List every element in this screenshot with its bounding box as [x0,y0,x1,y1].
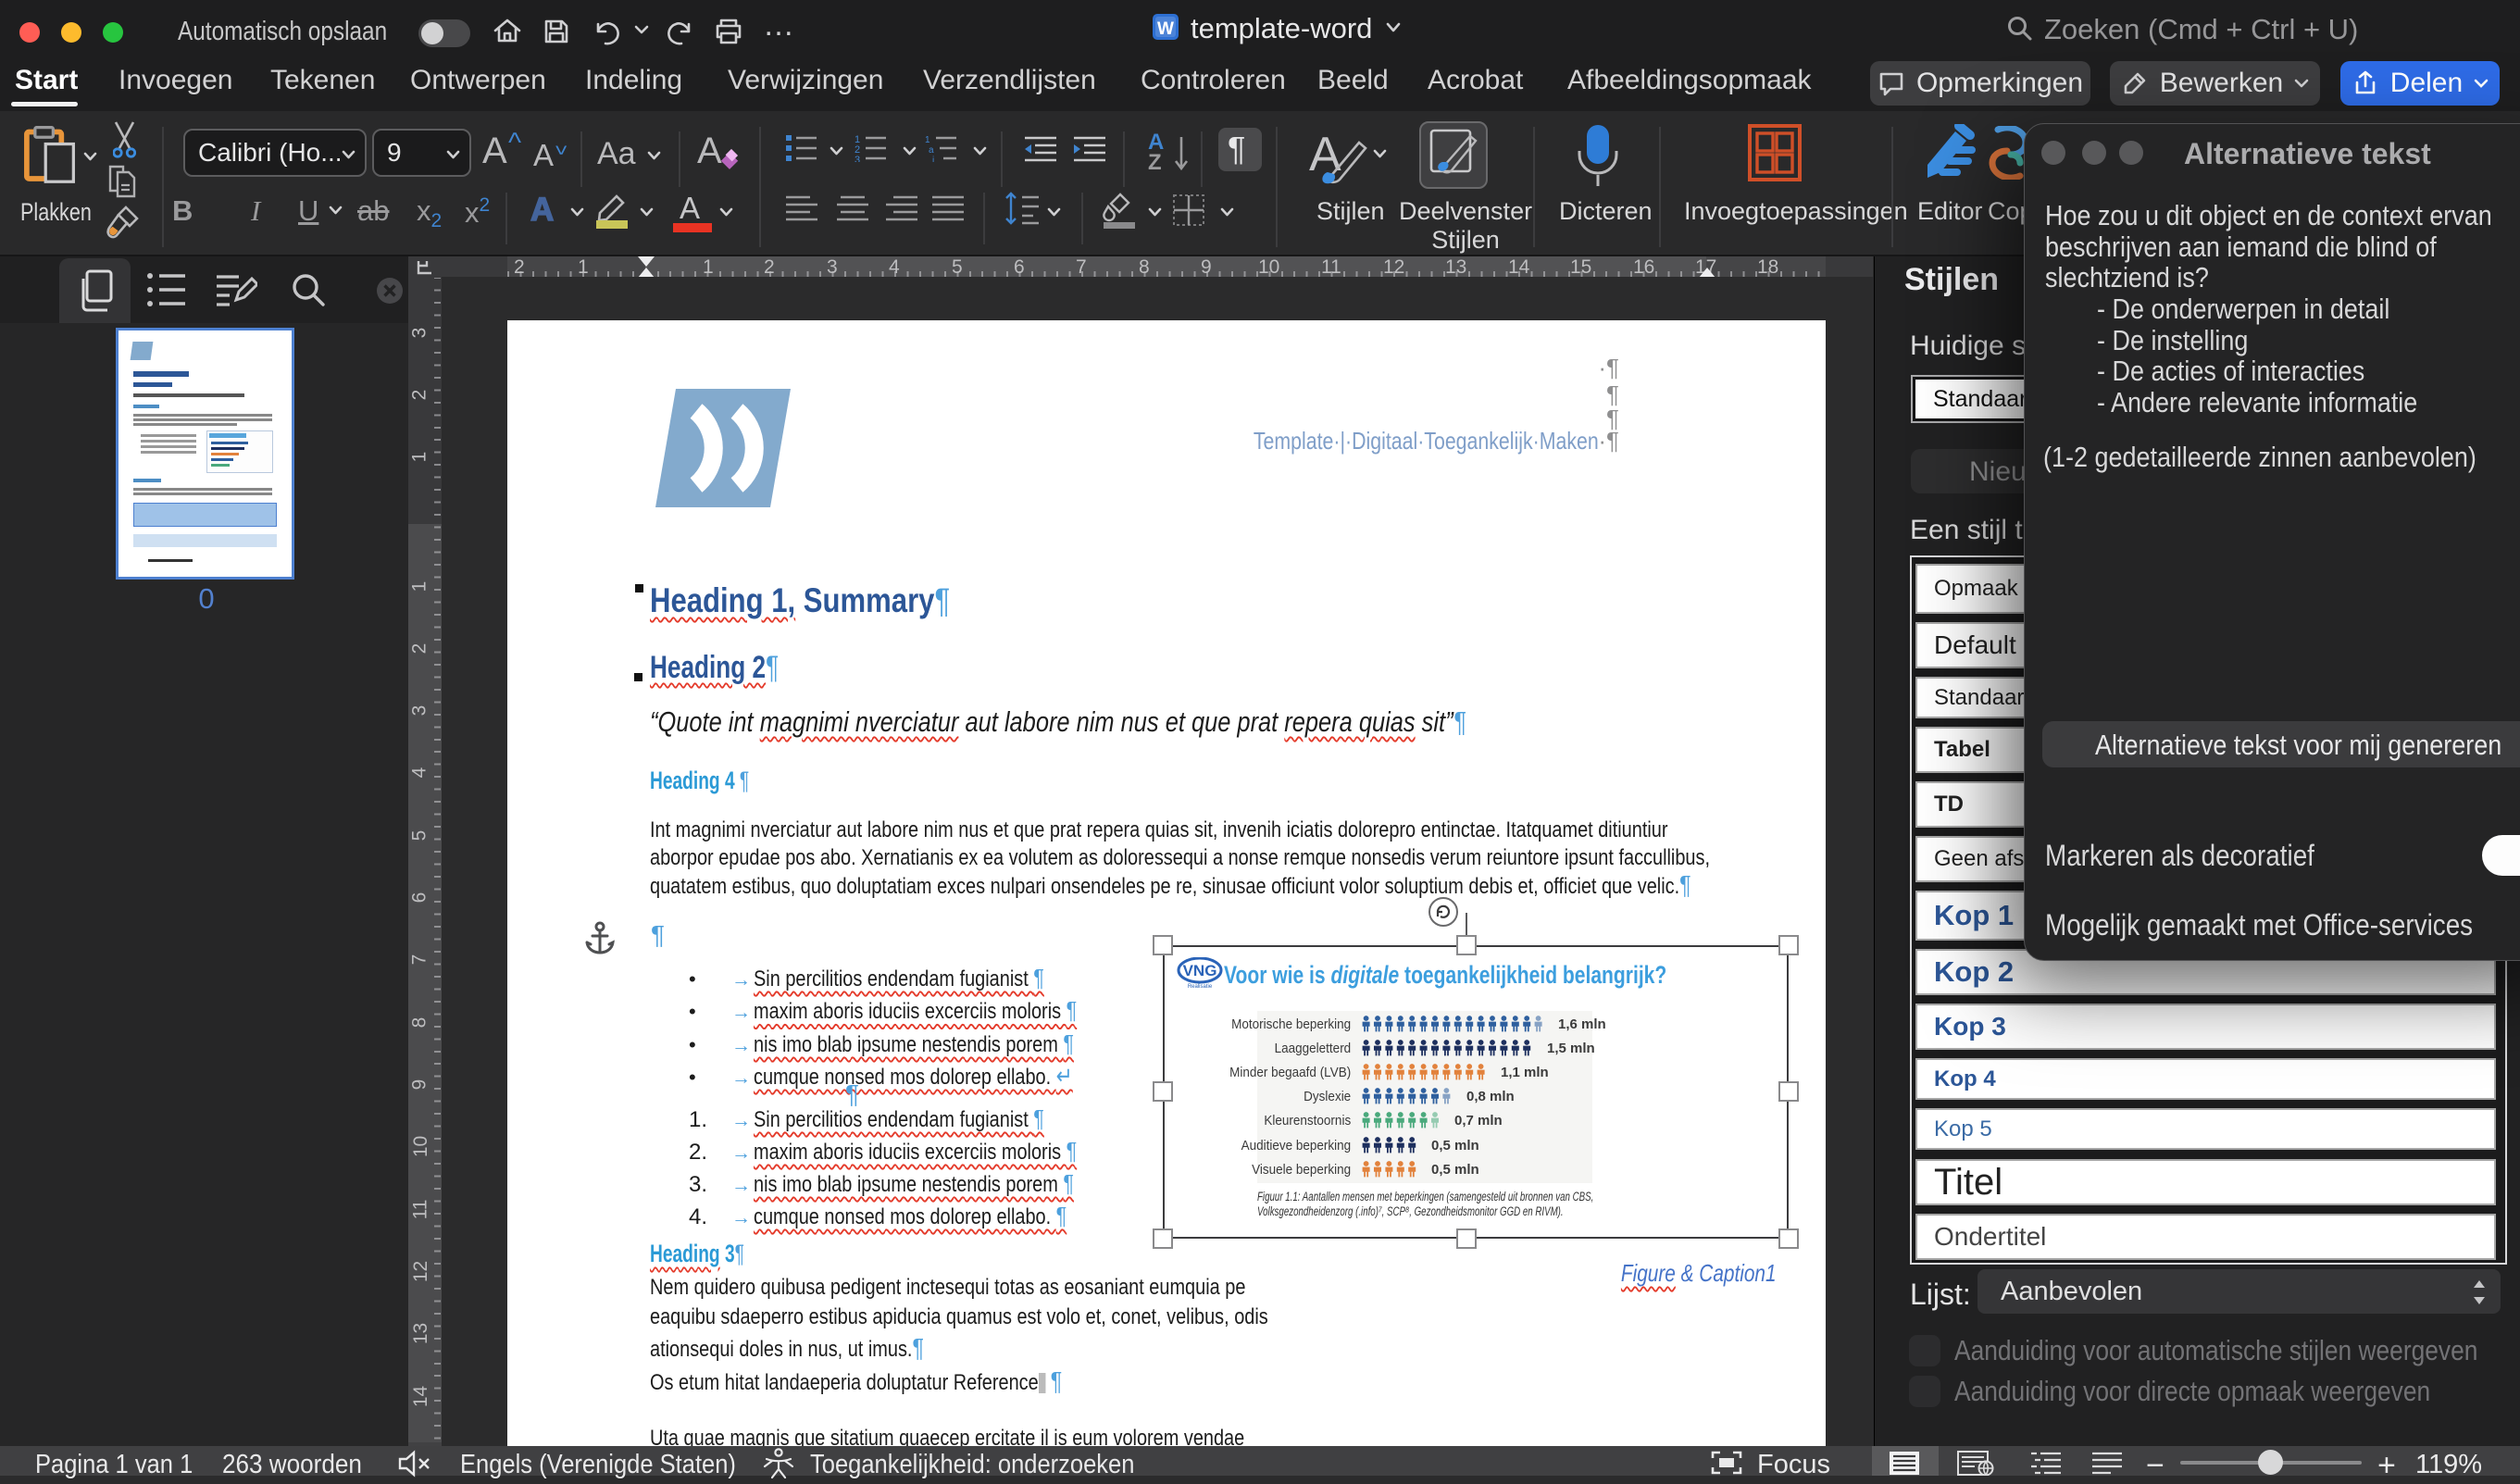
svg-text:i: i [932,156,934,162]
svg-text:a: a [929,145,934,156]
svg-text:W: W [1157,19,1174,39]
svg-text:3: 3 [855,155,860,162]
svg-text:1: 1 [925,135,930,145]
svg-text:VNG: VNG [1183,962,1217,979]
svg-text:Realisatie: Realisatie [1188,984,1213,990]
